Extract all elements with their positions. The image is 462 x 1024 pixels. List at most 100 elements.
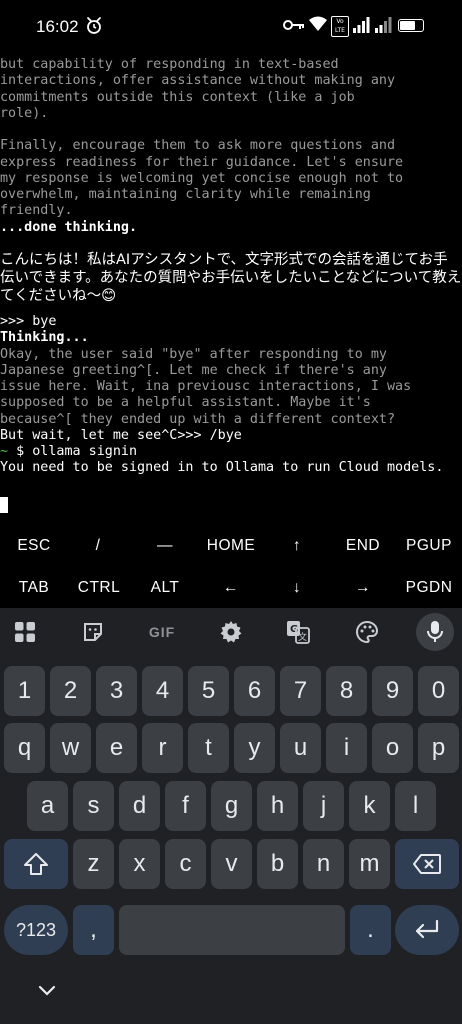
key-u[interactable]: u <box>280 723 321 773</box>
key-slash[interactable]: / <box>96 537 101 555</box>
prompt-bye: >>> bye <box>0 314 57 329</box>
navigation-bar <box>0 968 462 1024</box>
key-2[interactable]: 2 <box>50 666 91 716</box>
wifi-icon <box>309 16 327 31</box>
key-ctrl[interactable]: CTRL <box>78 579 120 597</box>
battery-level <box>400 21 415 30</box>
gif-button[interactable]: GIF <box>149 624 175 640</box>
key-b[interactable]: b <box>257 839 298 889</box>
key-5[interactable]: 5 <box>188 666 229 716</box>
key-n[interactable]: n <box>303 839 344 889</box>
key-p[interactable]: p <box>418 723 459 773</box>
key-4[interactable]: 4 <box>142 666 183 716</box>
svg-text:G: G <box>290 624 298 635</box>
key-i[interactable]: i <box>326 723 367 773</box>
shift-key[interactable] <box>4 839 68 889</box>
key-pgdn[interactable]: PGDN <box>406 579 453 597</box>
key-g[interactable]: g <box>211 781 252 831</box>
key-6[interactable]: 6 <box>234 666 275 716</box>
key-z[interactable]: z <box>73 839 114 889</box>
key-8[interactable]: 8 <box>326 666 367 716</box>
key-esc[interactable]: ESC <box>17 537 50 555</box>
enter-key[interactable] <box>395 905 459 955</box>
key-f[interactable]: f <box>165 781 206 831</box>
reasoning-block-b: Okay, the user said "bye" after respondi… <box>0 347 462 445</box>
svg-text:文: 文 <box>298 631 307 643</box>
apps-grid-icon[interactable] <box>14 621 36 643</box>
period-key[interactable]: . <box>350 905 391 955</box>
volte-icon: Vo LTE <box>331 16 349 37</box>
key-m[interactable]: m <box>349 839 390 889</box>
backspace-icon <box>413 854 441 874</box>
terminal-line: issue here. Wait, ina previousc interact… <box>0 379 412 394</box>
terminal-line: Finally, encourage them to ask more ques… <box>0 138 396 154</box>
key-o[interactable]: o <box>372 723 413 773</box>
key-3[interactable]: 3 <box>96 666 137 716</box>
key-j[interactable]: j <box>303 781 344 831</box>
terminal-line: my response is welcoming yet concise eno… <box>0 170 404 186</box>
sticker-icon[interactable] <box>82 621 104 643</box>
key-x[interactable]: x <box>119 839 160 889</box>
key-tab[interactable]: TAB <box>19 579 50 597</box>
key-9[interactable]: 9 <box>372 666 413 716</box>
palette-icon[interactable] <box>355 620 379 644</box>
key-home[interactable]: HOME <box>207 537 256 555</box>
terminal-output[interactable]: but capability of responding in text-bas… <box>0 57 462 487</box>
key-arrow-right[interactable]: → <box>355 579 371 597</box>
key-l[interactable]: l <box>395 781 436 831</box>
key-w[interactable]: w <box>50 723 91 773</box>
signal-icon-1 <box>353 17 370 33</box>
key-arrow-down[interactable]: ↓ <box>293 579 301 597</box>
key-c[interactable]: c <box>165 839 206 889</box>
key-7[interactable]: 7 <box>280 666 321 716</box>
key-1[interactable]: 1 <box>4 666 45 716</box>
mic-icon <box>427 621 443 642</box>
terminal-line: interactions, offer assistance without m… <box>0 73 396 89</box>
terminal-line: Japanese greeting^[. Let me check if the… <box>0 362 387 378</box>
key-k[interactable]: k <box>349 781 390 831</box>
key-t[interactable]: t <box>188 723 229 773</box>
symbols-key[interactable]: ?123 <box>4 905 68 955</box>
status-time: 16:02 <box>36 17 79 36</box>
key-r[interactable]: r <box>142 723 183 773</box>
done-thinking-label: ...done thinking. <box>0 219 138 235</box>
translate-icon[interactable]: G 文 <box>286 620 310 644</box>
shell-command: $ ollama signin <box>8 444 138 459</box>
key-v[interactable]: v <box>211 839 252 889</box>
key-dash[interactable]: — <box>157 537 173 555</box>
terminal-line: commitments outside this context (like a… <box>0 89 355 105</box>
space-key[interactable] <box>119 905 345 955</box>
key-arrow-left[interactable]: ← <box>223 579 239 597</box>
voice-input-button[interactable] <box>416 613 454 651</box>
terminal-line: But wait, let me see^C>>> /bye <box>0 427 242 443</box>
key-d[interactable]: d <box>119 781 160 831</box>
terminal-line: overwhelm, maintaining clarity while rem… <box>0 187 371 202</box>
key-e[interactable]: e <box>96 723 137 773</box>
hide-keyboard-chevron-icon[interactable] <box>38 985 56 997</box>
shell-command-line: ~ $ ollama signin <box>0 444 462 460</box>
japanese-response: こんにちは！私はAIアシスタントで、文字形式での会話を通じてお手伝いできます。あ… <box>0 252 462 304</box>
key-end[interactable]: END <box>346 537 380 555</box>
key-arrow-up[interactable]: ↑ <box>293 537 301 555</box>
key-pgup[interactable]: PGUP <box>406 537 452 555</box>
key-alt[interactable]: ALT <box>151 579 180 597</box>
terminal-line: Okay, the user said "bye" after respondi… <box>0 346 387 362</box>
backspace-key[interactable] <box>395 839 459 889</box>
signin-message: You need to be signed in to Ollama to ru… <box>0 460 444 476</box>
gear-icon[interactable] <box>219 620 243 644</box>
extra-keys-bar: ESC / — HOME ↑ END PGUP TAB CTRL ALT ← ↓… <box>0 524 462 608</box>
prompt-tilde: ~ <box>0 444 9 459</box>
key-s[interactable]: s <box>73 781 114 831</box>
key-a[interactable]: a <box>27 781 68 831</box>
comma-key[interactable]: , <box>73 905 114 955</box>
soft-keyboard: GIF G 文 1 2 3 4 5 6 7 8 9 0 q w e r t y … <box>0 608 462 1024</box>
battery-icon <box>398 19 424 32</box>
key-h[interactable]: h <box>257 781 298 831</box>
terminal-line: role). <box>0 105 49 121</box>
key-q[interactable]: q <box>4 723 45 773</box>
key-y[interactable]: y <box>234 723 275 773</box>
key-0[interactable]: 0 <box>418 666 459 716</box>
terminal-line: supposed to be a helpful assistant. Mayb… <box>0 395 371 411</box>
shift-icon <box>24 853 48 875</box>
